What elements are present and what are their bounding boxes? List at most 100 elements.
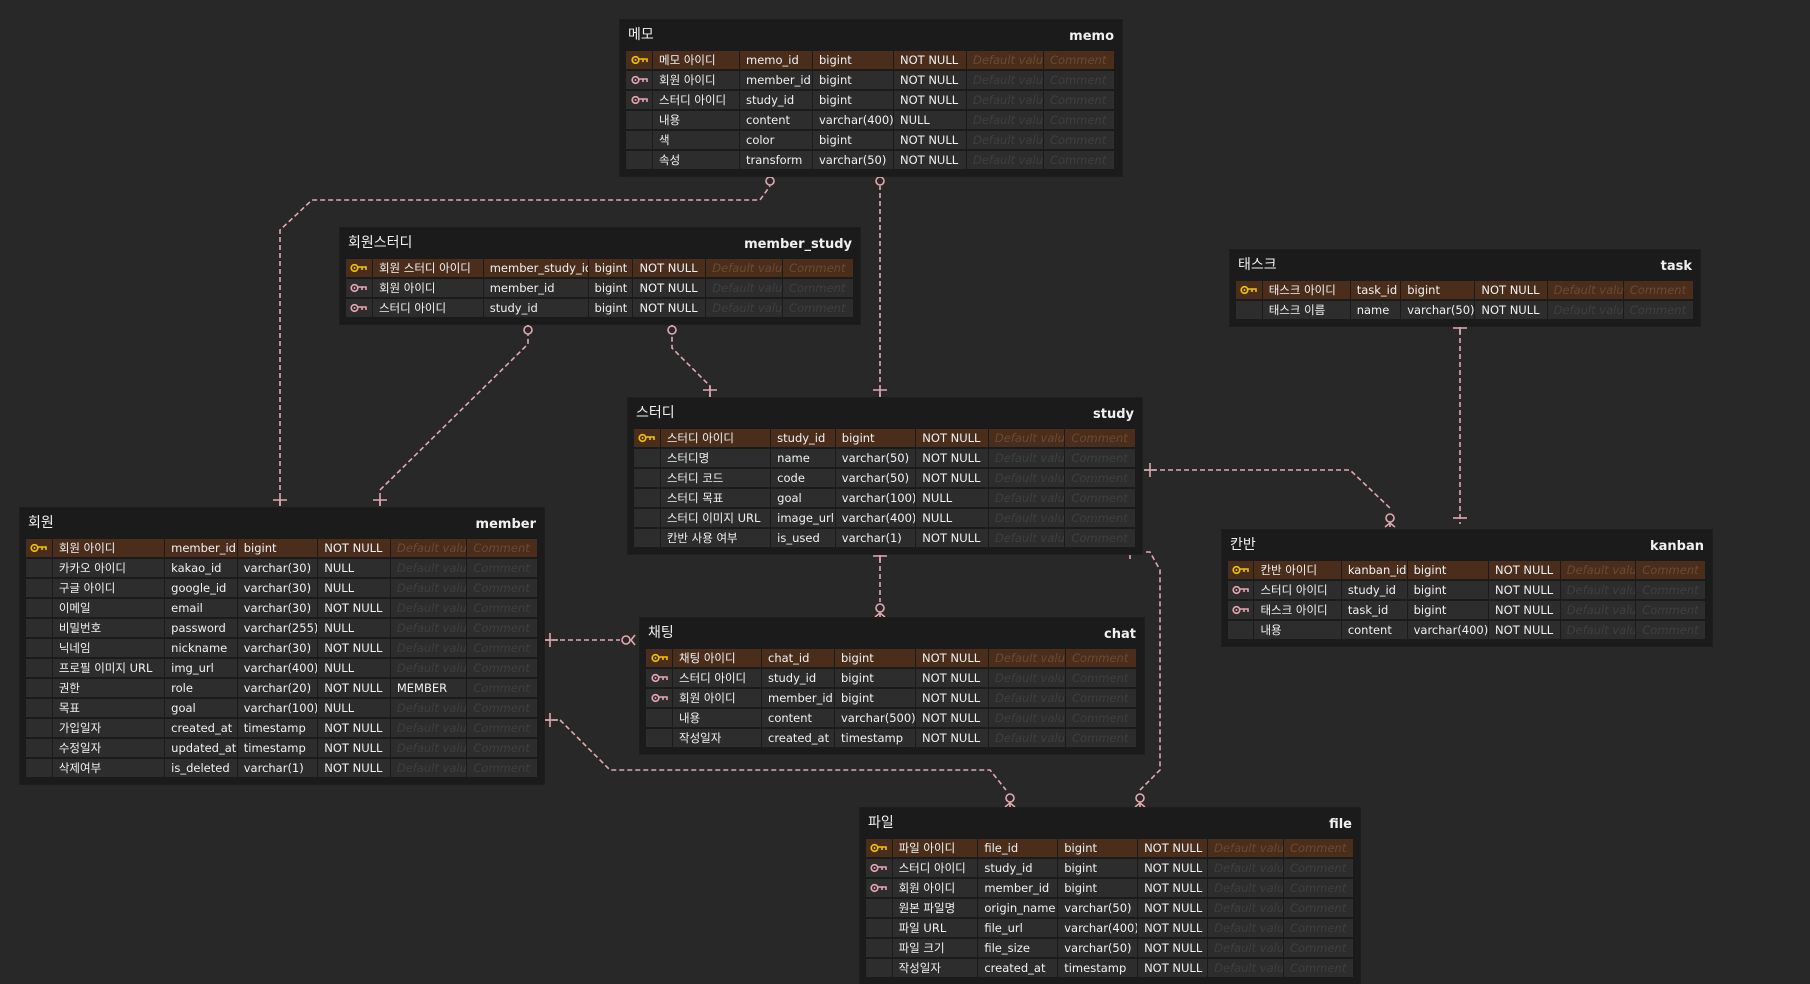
column-logical-name[interactable]: 메모 아이디 xyxy=(653,51,739,69)
column-physical-name[interactable]: updated_at xyxy=(165,739,237,757)
column-data-type[interactable]: timestamp xyxy=(237,719,318,737)
column-physical-name[interactable]: content xyxy=(740,111,812,129)
column-comment[interactable]: Comment xyxy=(467,659,537,677)
column-physical-name[interactable]: content xyxy=(762,709,834,727)
column-default[interactable]: Default value xyxy=(989,669,1065,687)
column-nullable[interactable]: NOT NULL xyxy=(1489,581,1560,599)
column-data-type[interactable]: bigint xyxy=(813,51,893,69)
column-logical-name[interactable]: 회원 아이디 xyxy=(653,71,739,89)
column-comment[interactable]: Comment xyxy=(1636,601,1705,619)
column-default[interactable]: Default value xyxy=(967,111,1043,129)
column-row[interactable]: 스터디 목표 goal varchar(100) NULL Default value C… xyxy=(634,488,1136,508)
column-row[interactable]: 스터디 아이디 study_id bigint NOT NULL Default val… xyxy=(866,858,1354,878)
column-comment[interactable]: Comment xyxy=(1066,669,1136,687)
column-physical-name[interactable]: created_at xyxy=(762,729,834,747)
column-default[interactable]: Default value xyxy=(390,599,467,617)
column-physical-name[interactable]: image_url xyxy=(771,509,835,527)
column-physical-name[interactable]: origin_name xyxy=(978,899,1058,917)
column-physical-name[interactable]: study_id xyxy=(771,429,835,447)
column-physical-name[interactable]: study_id xyxy=(1341,581,1407,599)
column-default[interactable]: Default value xyxy=(706,259,783,277)
column-comment[interactable]: Comment xyxy=(1044,151,1114,169)
column-comment[interactable]: Comment xyxy=(1284,939,1354,957)
column-comment[interactable]: Comment xyxy=(467,559,537,577)
column-comment[interactable]: Comment xyxy=(1044,91,1114,109)
column-data-type[interactable]: varchar(400) xyxy=(835,509,916,527)
column-data-type[interactable]: varchar(100) xyxy=(835,489,916,507)
column-row[interactable]: 회원 아이디 member_id bigint NOT NULL Default val… xyxy=(646,688,1138,708)
column-logical-name[interactable]: 수정일자 xyxy=(52,739,165,757)
column-physical-name[interactable]: task_id xyxy=(1350,281,1401,299)
column-nullable[interactable]: NOT NULL xyxy=(1138,959,1208,977)
column-nullable[interactable]: NULL xyxy=(916,509,988,527)
column-data-type[interactable]: varchar(50) xyxy=(1058,899,1138,917)
column-comment[interactable]: Comment xyxy=(1284,839,1354,857)
column-physical-name[interactable]: file_url xyxy=(978,919,1058,937)
column-data-type[interactable]: varchar(400) xyxy=(1058,919,1138,937)
column-default[interactable]: Default value xyxy=(390,759,467,777)
column-physical-name[interactable]: member_id xyxy=(165,539,237,557)
table-member[interactable]: 회원 member 회원 아이디 member_id bigint NOT NULL Def… xyxy=(20,508,544,784)
column-nullable[interactable]: NOT NULL xyxy=(894,131,966,149)
column-row[interactable]: 삭제여부 is_deleted varchar(1) NOT NULL Default … xyxy=(26,758,538,778)
column-default[interactable]: Default value xyxy=(967,71,1043,89)
column-row[interactable]: 스터디 아이디 study_id bigint NOT NULL Default val… xyxy=(646,668,1138,688)
column-physical-name[interactable]: created_at xyxy=(978,959,1058,977)
column-data-type[interactable]: bigint xyxy=(1407,601,1489,619)
column-default[interactable]: Default value xyxy=(988,469,1065,487)
column-default[interactable]: Default value xyxy=(988,529,1065,547)
column-nullable[interactable]: NOT NULL xyxy=(1489,561,1560,579)
column-nullable[interactable]: NULL xyxy=(894,111,966,129)
column-data-type[interactable]: bigint xyxy=(835,669,915,687)
column-default[interactable]: Default value xyxy=(1208,959,1284,977)
column-nullable[interactable]: NULL xyxy=(318,659,390,677)
column-nullable[interactable]: NOT NULL xyxy=(318,679,390,697)
column-default[interactable]: Default value xyxy=(988,509,1065,527)
column-default[interactable]: Default value xyxy=(1208,879,1284,897)
column-row[interactable]: 태스크 아이디task_idbigintNOT NULLDefault valu… xyxy=(1236,280,1694,300)
column-row[interactable]: 내용 content varchar(400) NULL Default value Co… xyxy=(626,110,1116,130)
column-nullable[interactable]: NOT NULL xyxy=(1138,879,1208,897)
column-default[interactable]: Default value xyxy=(1208,859,1284,877)
column-row[interactable]: 내용 content varchar(400) NOT NULL Default val… xyxy=(1228,620,1706,640)
column-default[interactable]: Default value xyxy=(390,539,467,557)
column-row[interactable]: 스터디 코드 code varchar(50) NOT NULL Default val… xyxy=(634,468,1136,488)
column-comment[interactable]: Comment xyxy=(467,639,537,657)
column-row[interactable]: 색 color bigint NOT NULL Default value Comment xyxy=(626,130,1116,150)
column-row[interactable]: 작성일자 created_at timestamp NOT NULL Default v… xyxy=(866,958,1354,978)
column-comment[interactable]: Comment xyxy=(1284,919,1354,937)
column-default[interactable]: Default value xyxy=(988,449,1065,467)
column-nullable[interactable]: NOT NULL xyxy=(318,719,390,737)
column-comment[interactable]: Comment xyxy=(1066,649,1136,667)
table-chat[interactable]: 채팅 chat 채팅 아이디 chat_id bigint NOT NULL Default… xyxy=(640,618,1144,754)
column-default[interactable]: Default value xyxy=(390,719,467,737)
column-data-type[interactable]: timestamp xyxy=(1058,959,1138,977)
column-comment[interactable]: Comment xyxy=(1065,489,1135,507)
column-logical-name[interactable]: 가입일자 xyxy=(52,719,165,737)
column-comment[interactable]: Comment xyxy=(1044,111,1114,129)
column-row[interactable]: 칸반 아이디 kanban_id bigint NOT NULL Default val… xyxy=(1228,560,1706,580)
column-logical-name[interactable]: 스터디 코드 xyxy=(660,469,771,487)
column-nullable[interactable]: NOT NULL xyxy=(1489,621,1560,639)
column-default[interactable]: MEMBER xyxy=(390,679,467,697)
column-data-type[interactable]: varchar(400) xyxy=(1407,621,1489,639)
column-logical-name[interactable]: 작성일자 xyxy=(673,729,761,747)
column-default[interactable]: Default value xyxy=(1560,601,1636,619)
column-nullable[interactable]: NOT NULL xyxy=(318,539,390,557)
column-physical-name[interactable]: google_id xyxy=(165,579,237,597)
column-logical-name[interactable]: 스터디 아이디 xyxy=(892,859,978,877)
table-memo[interactable]: 메모 memo 메모 아이디 memo_id bigint NOT NULL Default… xyxy=(620,20,1122,176)
column-physical-name[interactable]: color xyxy=(740,131,812,149)
column-physical-name[interactable]: goal xyxy=(771,489,835,507)
column-nullable[interactable]: NOT NULL xyxy=(633,259,706,277)
column-logical-name[interactable]: 칸반 아이디 xyxy=(1254,561,1341,579)
column-nullable[interactable]: NOT NULL xyxy=(916,469,988,487)
column-data-type[interactable]: varchar(50) xyxy=(835,469,916,487)
column-physical-name[interactable]: study_id xyxy=(762,669,834,687)
column-logical-name[interactable]: 스터디 아이디 xyxy=(673,669,761,687)
column-nullable[interactable]: NOT NULL xyxy=(633,279,706,297)
column-data-type[interactable]: varchar(400) xyxy=(237,659,318,677)
column-data-type[interactable]: timestamp xyxy=(237,739,318,757)
column-logical-name[interactable]: 스터디 아이디 xyxy=(1254,581,1341,599)
column-physical-name[interactable]: kakao_id xyxy=(165,559,237,577)
